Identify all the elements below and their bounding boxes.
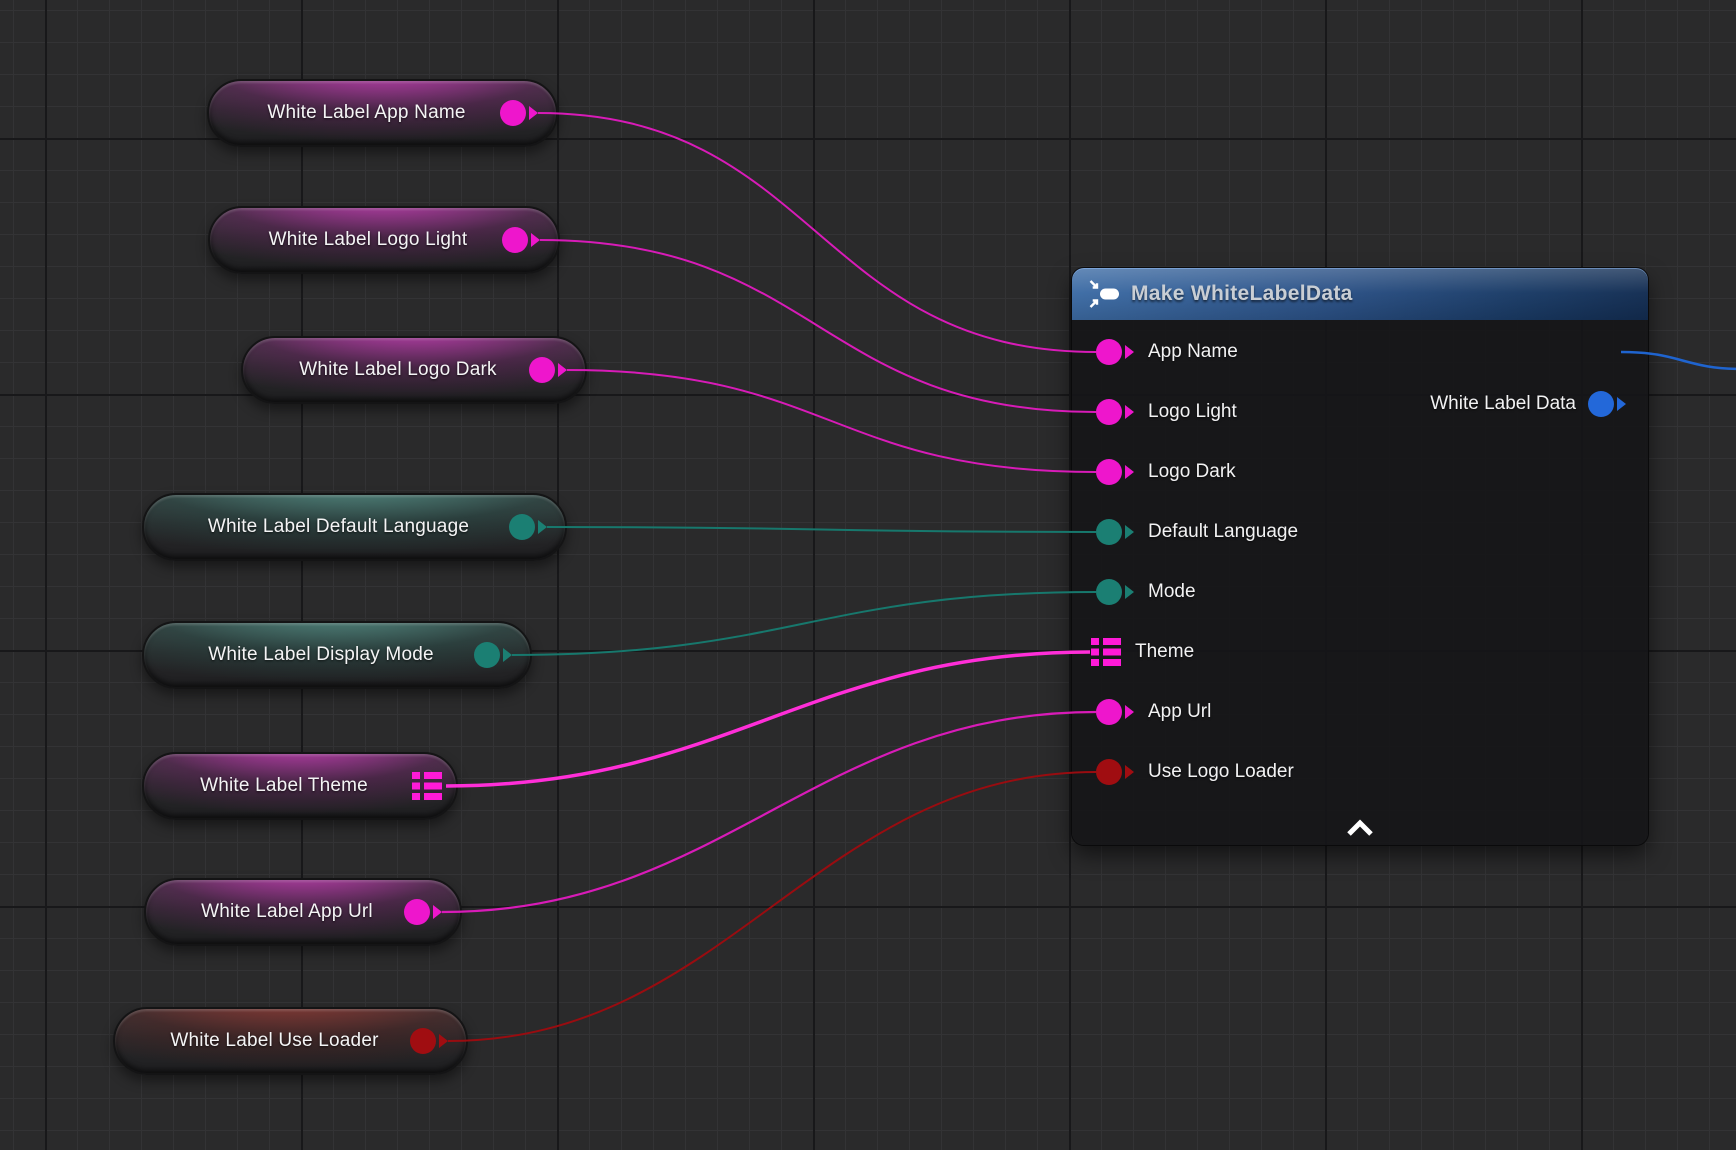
pin-icon[interactable] [474,642,512,668]
input-pin-row-app-url: App Url [1072,682,1648,742]
pin-arrow [531,233,540,247]
pin-dot [529,357,555,383]
input-pin-label: App Name [1148,341,1238,363]
make-node-title: Make WhiteLabelData [1131,282,1353,306]
input-pin-label: Mode [1148,581,1196,603]
pin-icon[interactable] [1096,579,1134,605]
variable-node-white-label-logo-light[interactable]: White Label Logo Light [208,206,560,274]
pin-dot [474,642,500,668]
input-pin-row-default-language: Default Language [1072,502,1648,562]
pin-icon[interactable] [1096,339,1134,365]
variable-node-white-label-use-loader[interactable]: White Label Use Loader [113,1007,468,1075]
pin-dot [500,100,526,126]
output-pin[interactable] [1588,391,1626,417]
variable-node-white-label-app-name[interactable]: White Label App Name [207,79,558,147]
variable-node-label: White Label Display Mode [208,644,434,666]
pin-arrow [1125,465,1134,479]
pin-icon[interactable] [529,357,567,383]
pin-dot [404,899,430,925]
pin-icon[interactable] [502,227,540,253]
make-whitelabeldata-node[interactable]: Make WhiteLabelData White Label Data App… [1072,268,1648,845]
pin-dot [1096,579,1122,605]
input-pin-row-use-logo-loader: Use Logo Loader [1072,742,1648,802]
map-pin-icon[interactable] [412,771,442,801]
pin-arrow [538,520,547,534]
output-pin-row: White Label Data [1430,374,1626,434]
output-pin-label: White Label Data [1430,393,1576,415]
pin-dot [1096,699,1122,725]
pin-arrow [503,648,512,662]
wire[interactable] [547,527,1096,532]
pin-arrow [558,363,567,377]
pin-icon[interactable] [1096,459,1134,485]
variable-node-label: White Label Default Language [208,516,469,538]
input-pin-label: Logo Dark [1148,461,1236,483]
blueprint-graph-canvas[interactable]: White Label App Name White Label Logo Li… [0,0,1736,1150]
pin-arrow [1125,705,1134,719]
input-pin-row-logo-dark: Logo Dark [1072,442,1648,502]
pin-arrow [1125,585,1134,599]
variable-node-label: White Label Logo Light [269,229,468,251]
pin-dot [1096,759,1122,785]
wire[interactable] [540,240,1096,412]
input-pin-row-mode: Mode [1072,562,1648,622]
collapse-node-button[interactable] [1333,817,1387,839]
chevron-up-icon [1343,819,1377,837]
pin-icon[interactable] [1096,759,1134,785]
pin-dot [509,514,535,540]
pin-arrow [529,106,538,120]
input-pin-label: Theme [1135,641,1194,663]
variable-node-label: White Label Use Loader [170,1030,378,1052]
input-pin-label: App Url [1148,701,1211,723]
input-pin-label: Use Logo Loader [1148,761,1294,783]
input-pin-row-app-name: App Name [1072,322,1648,382]
variable-node-white-label-default-language[interactable]: White Label Default Language [142,493,567,561]
variable-node-white-label-theme[interactable]: White Label Theme [142,752,458,820]
map-pin-icon[interactable] [1091,637,1121,667]
pin-arrow [1125,525,1134,539]
wire[interactable] [446,652,1090,786]
wire[interactable] [538,113,1096,352]
variable-node-white-label-logo-dark[interactable]: White Label Logo Dark [241,336,587,404]
variable-node-label: White Label Logo Dark [299,359,496,381]
make-struct-icon [1088,280,1119,308]
pin-icon[interactable] [404,899,442,925]
wire[interactable] [448,772,1096,1041]
pin-icon[interactable] [410,1028,448,1054]
pin-arrow [439,1034,448,1048]
variable-node-label: White Label Theme [200,775,368,797]
pin-dot [1096,339,1122,365]
pin-dot [1096,519,1122,545]
pin-arrow [1125,765,1134,779]
pin-arrow [1125,405,1134,419]
input-pin-label: Logo Light [1148,401,1237,423]
pin-icon[interactable] [1096,399,1134,425]
pin-dot [410,1028,436,1054]
input-pin-label: Default Language [1148,521,1298,543]
pin-dot [1096,399,1122,425]
wire[interactable] [567,370,1096,472]
pin-icon[interactable] [509,514,547,540]
input-pin-row-theme: Theme [1072,622,1648,682]
pin-icon[interactable] [500,100,538,126]
variable-node-white-label-app-url[interactable]: White Label App Url [144,878,462,946]
wire[interactable] [512,592,1096,655]
variable-node-label: White Label App Name [267,102,465,124]
pin-dot [1096,459,1122,485]
variable-node-label: White Label App Url [201,901,373,923]
pin-dot [502,227,528,253]
pin-arrow [433,905,442,919]
pin-icon[interactable] [1096,699,1134,725]
make-node-header[interactable]: Make WhiteLabelData [1072,268,1648,320]
pin-arrow [1125,345,1134,359]
variable-node-white-label-display-mode[interactable]: White Label Display Mode [142,621,532,689]
pin-icon[interactable] [1096,519,1134,545]
wire[interactable] [442,712,1096,912]
